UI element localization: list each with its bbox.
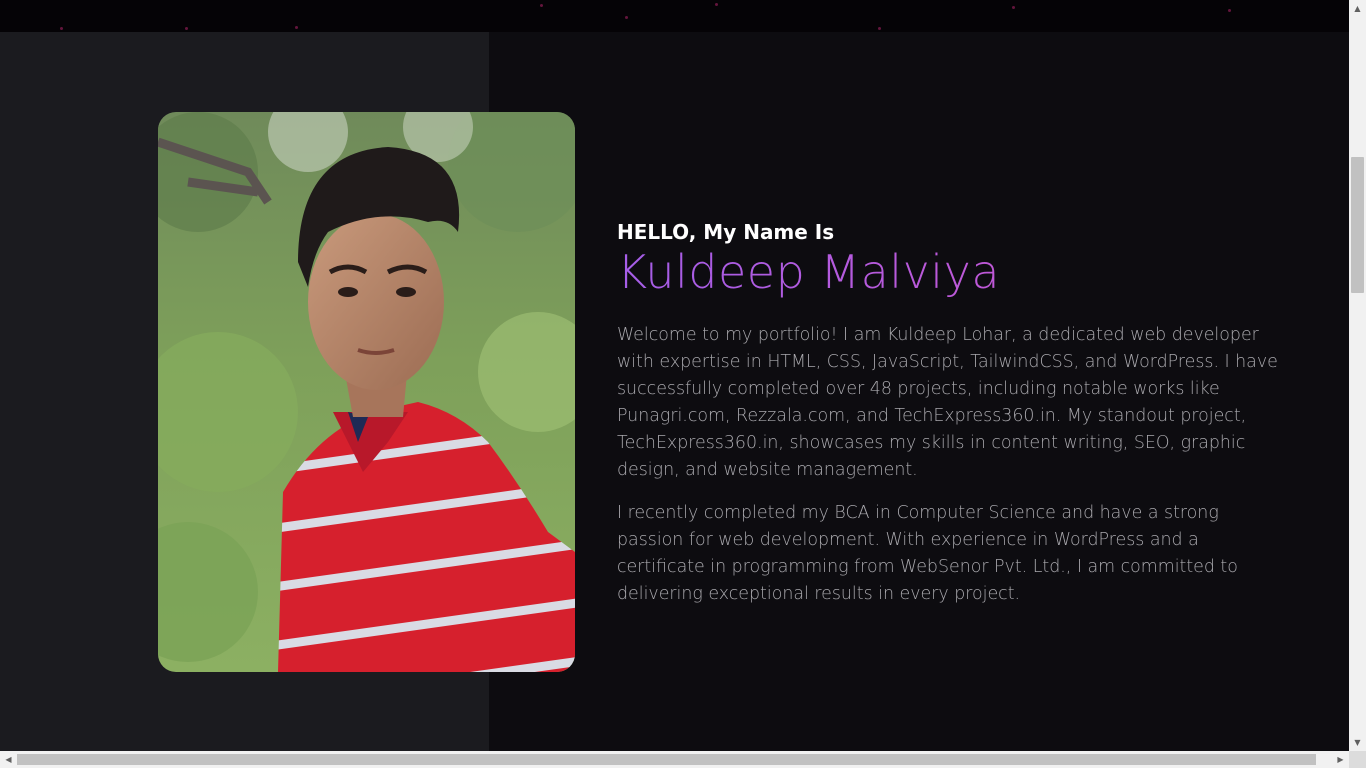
- particles-header-strip: [0, 0, 1349, 32]
- particle-dot: [878, 27, 881, 30]
- horizontal-scroll-thumb[interactable]: [17, 754, 1316, 765]
- about-intro: HELLO, My Name Is Kuldeep Malviya Welcom…: [617, 218, 1285, 608]
- greeting-heading: HELLO, My Name Is: [617, 220, 835, 244]
- scroll-right-icon[interactable]: ▶: [1332, 751, 1349, 768]
- particle-dot: [185, 27, 188, 30]
- particle-dot: [1228, 9, 1231, 12]
- vertical-scrollbar[interactable]: ▲ ▼: [1349, 0, 1366, 751]
- scrollbar-corner: [1349, 751, 1366, 768]
- particle-dot: [1012, 6, 1015, 9]
- profile-photo: [158, 112, 575, 672]
- scroll-down-icon[interactable]: ▼: [1349, 734, 1366, 751]
- particle-dot: [540, 4, 543, 7]
- particle-dot: [295, 26, 298, 29]
- particle-dot: [715, 3, 718, 6]
- particle-dot: [60, 27, 63, 30]
- scroll-left-icon[interactable]: ◀: [0, 751, 17, 768]
- about-paragraph: I recently completed my BCA in Computer …: [617, 503, 1238, 604]
- profile-photo-illustration: [158, 112, 575, 672]
- about-paragraph: Welcome to my portfolio! I am Kuldeep Lo…: [617, 325, 1278, 480]
- scroll-up-icon[interactable]: ▲: [1349, 0, 1366, 17]
- horizontal-scrollbar[interactable]: ◀ ▶: [0, 751, 1349, 768]
- particle-dot: [625, 16, 628, 19]
- vertical-scroll-thumb[interactable]: [1351, 157, 1364, 293]
- name-heading: Kuldeep Malviya: [617, 246, 1285, 298]
